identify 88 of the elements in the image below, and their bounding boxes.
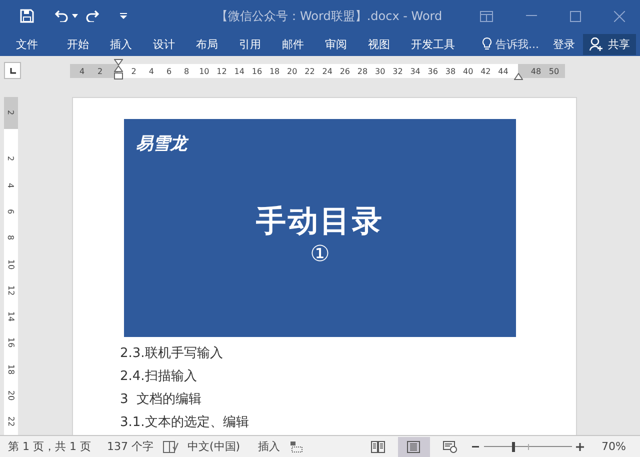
view-button[interactable] bbox=[398, 436, 430, 456]
ribbon-tab[interactable]: 开发工具 bbox=[411, 34, 455, 54]
ruler-number: 18 bbox=[6, 364, 16, 374]
ruler-number: 10 bbox=[6, 258, 16, 270]
heading-line: 2.4.扫描输入 bbox=[120, 368, 198, 386]
person-add-icon bbox=[589, 37, 605, 51]
minus-icon bbox=[472, 446, 480, 448]
proofing-icon[interactable] bbox=[163, 440, 180, 452]
ruler-number: 34 bbox=[409, 66, 422, 76]
ruler-number: 16 bbox=[6, 338, 16, 348]
file-tab[interactable]: 文件 bbox=[16, 34, 38, 54]
language-indicator[interactable]: 中文(中国) bbox=[187, 439, 240, 454]
ruler-number: 30 bbox=[374, 66, 386, 76]
share-button[interactable]: 共享 bbox=[583, 34, 636, 54]
ruler-number: 4 bbox=[6, 182, 16, 188]
ruler-number: 36 bbox=[426, 66, 439, 76]
ruler-number: 26 bbox=[338, 66, 352, 76]
page-count[interactable]: 第 1 页，共 1 页 bbox=[8, 439, 91, 454]
caret-icon[interactable] bbox=[72, 14, 78, 18]
ruler-number: 48 bbox=[530, 66, 542, 76]
customize-icon[interactable] bbox=[120, 13, 127, 19]
ruler-number: 22 bbox=[6, 416, 16, 427]
ribbon-tab[interactable]: 插入 bbox=[110, 34, 132, 54]
ruler-number: 8 bbox=[183, 66, 190, 76]
ribbon-tab[interactable]: 引用 bbox=[239, 34, 261, 54]
ruler-number: 14 bbox=[6, 312, 16, 322]
page-icon bbox=[407, 440, 420, 452]
ruler-number: 12 bbox=[216, 66, 228, 76]
ruler-number: 2 bbox=[96, 66, 104, 76]
tell-me-field[interactable]: 告诉我... bbox=[496, 36, 539, 52]
ruler-number: 12 bbox=[6, 285, 16, 296]
ribbon-tab[interactable]: 布局 bbox=[196, 34, 218, 54]
ruler-number: 50 bbox=[548, 66, 560, 76]
indent-marker[interactable] bbox=[114, 59, 123, 81]
ribbon-display-icon[interactable] bbox=[480, 10, 493, 22]
zoom-slider[interactable] bbox=[484, 440, 572, 452]
redo-icon[interactable] bbox=[85, 10, 99, 22]
book-icon bbox=[370, 440, 385, 452]
macro-icon[interactable] bbox=[290, 440, 304, 452]
ribbon-tab[interactable]: 开始 bbox=[67, 34, 89, 54]
indent-marker[interactable] bbox=[514, 73, 523, 80]
web-page-icon bbox=[442, 440, 457, 452]
window-title: 【微信公众号：Word联盟】.docx - Word bbox=[216, 8, 442, 25]
ruler-number: 10 bbox=[198, 66, 210, 76]
save-icon[interactable] bbox=[20, 9, 34, 23]
ruler-number: 6 bbox=[165, 66, 173, 76]
ruler-number: 44 bbox=[497, 66, 510, 76]
ribbon-tab[interactable]: 视图 bbox=[368, 34, 390, 54]
image-title: 手动目录 bbox=[256, 203, 384, 241]
image-number: ① bbox=[310, 242, 330, 268]
ruler-number: 22 bbox=[304, 66, 316, 76]
heading-line: 2.3.联机手写输入 bbox=[120, 345, 224, 363]
ruler-number: 32 bbox=[392, 66, 404, 76]
ruler-number: 2 bbox=[6, 110, 16, 116]
ruler-number: 20 bbox=[286, 66, 298, 76]
heading-line: 3 文档的编辑 bbox=[120, 391, 203, 409]
lightbulb-icon bbox=[482, 37, 492, 51]
minimize-icon[interactable] bbox=[526, 15, 537, 17]
maximize-icon[interactable] bbox=[570, 10, 581, 22]
ruler-number: 42 bbox=[480, 66, 492, 76]
ruler-number: 8 bbox=[6, 235, 16, 240]
ruler-number: 2 bbox=[6, 156, 16, 162]
ribbon-tab[interactable]: 邮件 bbox=[282, 34, 304, 54]
ruler-number: 6 bbox=[6, 208, 16, 214]
ribbon-tab[interactable]: 设计 bbox=[153, 34, 175, 54]
ruler-number: 38 bbox=[444, 66, 457, 76]
heading-line: 3.1.文本的选定、编辑 bbox=[120, 414, 250, 432]
undo-icon[interactable] bbox=[55, 10, 69, 22]
ruler-number: 14 bbox=[233, 66, 246, 76]
ruler-number: 18 bbox=[268, 66, 281, 76]
ruler-number: 2 bbox=[130, 66, 138, 76]
ruler-number: 24 bbox=[321, 66, 334, 76]
image-logo: 易雪龙 bbox=[136, 133, 187, 155]
sign-in-button[interactable]: 登录 bbox=[553, 36, 575, 52]
ruler-number: 4 bbox=[148, 66, 155, 76]
ruler-number: 16 bbox=[250, 66, 264, 76]
insert-mode[interactable]: 插入 bbox=[258, 439, 280, 454]
left-tab-icon bbox=[10, 68, 16, 74]
close-icon[interactable] bbox=[614, 10, 625, 22]
ruler-number: 40 bbox=[462, 66, 474, 76]
zoom-level[interactable]: 70% bbox=[602, 440, 626, 453]
ruler-number: 20 bbox=[6, 390, 16, 401]
word-count[interactable]: 137 个字 bbox=[106, 439, 154, 454]
tab-selector-button[interactable] bbox=[4, 62, 21, 79]
ruler-number: 4 bbox=[78, 66, 86, 76]
ruler-number: 28 bbox=[356, 66, 369, 76]
plus-icon bbox=[576, 442, 584, 450]
ribbon-tab[interactable]: 审阅 bbox=[325, 34, 347, 54]
